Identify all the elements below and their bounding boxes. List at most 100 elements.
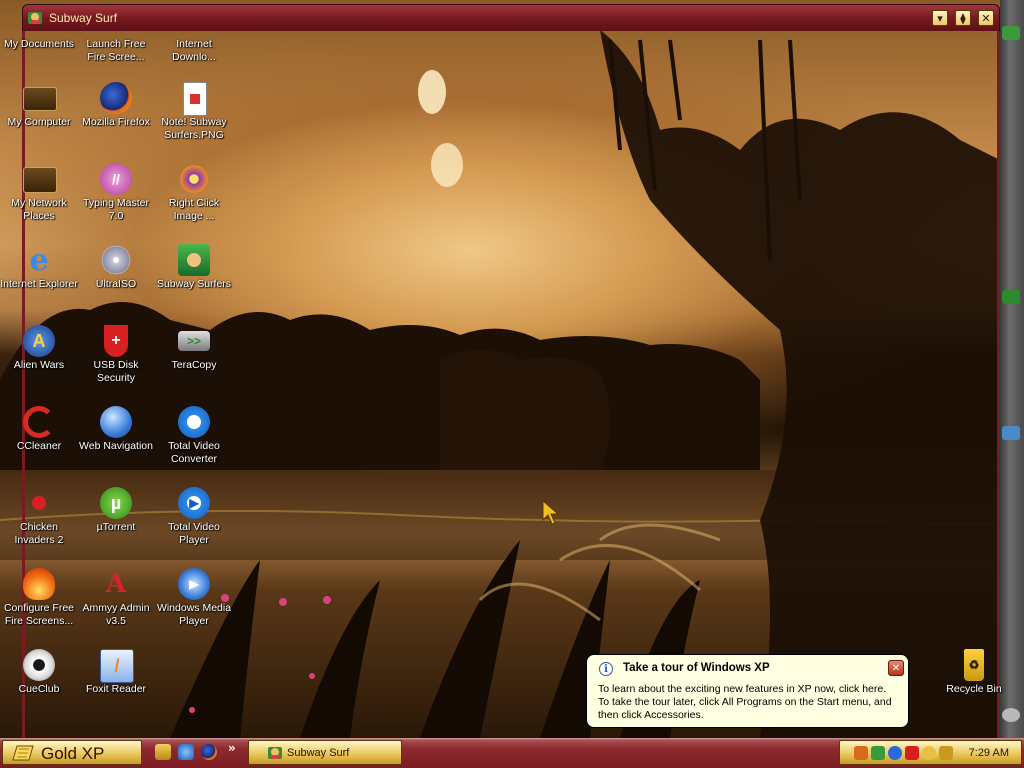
restore-button[interactable]: ⧫ [955, 10, 971, 26]
taskbar: Gold XP » Subway Surf 7:29 AM [0, 738, 1024, 768]
network-icon [1002, 426, 1020, 440]
desktop-icon-teracopy[interactable]: >> TeraCopy [155, 325, 233, 372]
start-button[interactable]: Gold XP [2, 740, 142, 765]
utorrent-icon: µ [100, 487, 132, 519]
subway-surfers-icon [178, 244, 210, 276]
ccleaner-icon [23, 406, 55, 438]
desktop-icon-launch-free-fire-screen[interactable]: Launch Free Fire Scree... [77, 38, 155, 63]
desktop-icon-label: CCleaner [16, 440, 62, 452]
desktop-icon-chicken-invaders-2[interactable]: Chicken Invaders 2 [0, 487, 78, 546]
desktop-icon-label: Alien Wars [13, 359, 65, 371]
minimize-icon: ▾ [937, 11, 943, 25]
chicken-invaders-icon [23, 487, 55, 519]
info-icon: i [599, 662, 613, 676]
speaker-icon [1002, 708, 1020, 722]
desktop-icon-label: USB Disk Security [93, 359, 139, 384]
desktop-icon-label: Typing Master 7.0 [83, 197, 149, 222]
desktop-icon-web-navigation[interactable]: Web Navigation [77, 406, 155, 453]
desktop-icon-right-click-image[interactable]: Right Click Image ... [155, 163, 233, 222]
desktop-icon-cueclub[interactable]: CueClub [0, 649, 78, 696]
desktop-icon-ultraiso[interactable]: UltraISO [77, 244, 155, 291]
desktop-icon-total-video-player[interactable]: ▶ Total Video Player [155, 487, 233, 546]
tray-network-icon[interactable] [871, 746, 885, 760]
total-video-converter-icon [178, 406, 210, 438]
desktop-icon-ccleaner[interactable]: CCleaner [0, 406, 78, 453]
web-navigation-globe-icon [100, 406, 132, 438]
windows-media-player-icon: ▶ [178, 568, 210, 600]
subway-surf-app-icon [268, 747, 282, 759]
taskbar-window-label: Subway Surf [287, 747, 350, 759]
tray-media-icon[interactable] [922, 746, 936, 760]
desktop-icon-my-documents[interactable]: My Documents [0, 38, 78, 51]
tray-app-icon[interactable] [854, 746, 868, 760]
tour-notification-balloon[interactable]: i Take a tour of Windows XP ✕ To learn a… [586, 654, 909, 728]
desktop-icon-usb-disk-security[interactable]: + USB Disk Security [77, 325, 155, 384]
internet-explorer-icon[interactable] [178, 744, 194, 760]
desktop-icon-my-computer[interactable]: My Computer [0, 82, 78, 129]
ammyy-admin-icon: A [105, 569, 127, 599]
network-places-icon [23, 167, 57, 193]
desktop-icon-foxit-reader[interactable]: / Foxit Reader [77, 649, 155, 696]
desktop-icon-note-subway-surfers-png[interactable]: Note! Subway Surfers.PNG [155, 82, 233, 141]
tray-info-icon[interactable] [888, 746, 902, 760]
close-icon: ✕ [981, 11, 991, 25]
desktop-icon-subway-surfers[interactable]: Subway Surfers [155, 244, 233, 291]
desktop-icon-total-video-converter[interactable]: Total Video Converter [155, 406, 233, 465]
green-arrow-icon [1002, 26, 1020, 40]
firefox-icon[interactable] [201, 744, 217, 760]
right-click-image-icon [178, 163, 210, 195]
desktop-icon-my-network-places[interactable]: My Network Places [0, 163, 78, 222]
internet-explorer-icon: e [29, 242, 49, 278]
subway-surf-app-icon [28, 12, 42, 24]
desktop-icon-configure-free-fire-screen[interactable]: Configure Free Fire Screens... [0, 568, 78, 627]
mouse-cursor [542, 500, 560, 525]
balloon-close-button[interactable]: ✕ [888, 660, 904, 676]
balloon-body[interactable]: To learn about the exciting new features… [598, 683, 898, 722]
alien-wars-icon: A [23, 325, 55, 357]
desktop-icon-internet-explorer[interactable]: e Internet Explorer [0, 242, 78, 291]
desktop-icon-label: TeraCopy [171, 359, 217, 371]
desktop-icon-label: Ammyy Admin v3.5 [82, 602, 150, 627]
desktop-icon-label: Windows Media Player [156, 602, 232, 627]
start-button-label: Gold XP [41, 744, 105, 763]
desktop-icon-typing-master[interactable]: // Typing Master 7.0 [77, 163, 155, 222]
close-button[interactable]: ✕ [978, 10, 994, 26]
gold-xp-logo-icon [12, 745, 34, 761]
desktop-icon-internet-download[interactable]: Internet Downlo... [155, 38, 233, 63]
total-video-player-icon: ▶ [178, 487, 210, 519]
computer-icon [23, 87, 57, 111]
system-tray: 7:29 AM [839, 740, 1022, 765]
window-right-border [997, 31, 1000, 738]
show-desktop-icon[interactable] [155, 744, 171, 760]
desktop-icon-label: Web Navigation [79, 440, 153, 452]
desktop-icon-utorrent[interactable]: µ µTorrent [77, 487, 155, 534]
tray-tools-icon[interactable] [939, 746, 953, 760]
desktop-icon-label: Launch Free Fire Scree... [86, 38, 146, 63]
desktop-icon-label: Foxit Reader [85, 683, 147, 695]
desktop-icon-label: Subway Surfers [156, 278, 232, 290]
window-title-bar[interactable]: Subway Surf ▾ ⧫ ✕ [22, 4, 1000, 31]
desktop-icon-alien-wars[interactable]: A Alien Wars [0, 325, 78, 372]
usb-disk-security-shield-icon: + [104, 325, 128, 357]
tray-security-shield-icon[interactable] [905, 746, 919, 760]
desktop-icon-firefox[interactable]: Mozilla Firefox [77, 82, 155, 129]
desktop-icon-windows-media-player[interactable]: ▶ Windows Media Player [155, 568, 233, 627]
desktop-icon-label: Total Video Converter [168, 440, 220, 465]
gauge-icon [1002, 290, 1020, 304]
close-icon: ✕ [891, 662, 901, 674]
taskbar-window-button[interactable]: Subway Surf [248, 740, 402, 765]
desktop-icon-label: Chicken Invaders 2 [14, 521, 64, 546]
desktop-icon-ammyy-admin[interactable]: A Ammyy Admin v3.5 [77, 568, 155, 627]
desktop-icon-label: My Computer [7, 116, 71, 128]
configure-firescreen-icon [23, 568, 55, 600]
desktop-icon-label: Configure Free Fire Screens... [3, 602, 75, 627]
minimize-button[interactable]: ▾ [932, 10, 948, 26]
quick-launch-overflow-icon[interactable]: » [228, 741, 236, 755]
window-title: Subway Surf [49, 11, 118, 25]
clock: 7:29 AM [968, 747, 1009, 759]
desktop-icon-label: Right Click Image ... [168, 197, 220, 222]
typing-master-icon: // [100, 163, 132, 195]
desktop-icon-recycle-bin[interactable]: ♻ Recycle Bin [935, 649, 1013, 696]
desktop-icon-label: Mozilla Firefox [82, 116, 150, 128]
desktop-icon-label: My Network Places [11, 197, 67, 222]
